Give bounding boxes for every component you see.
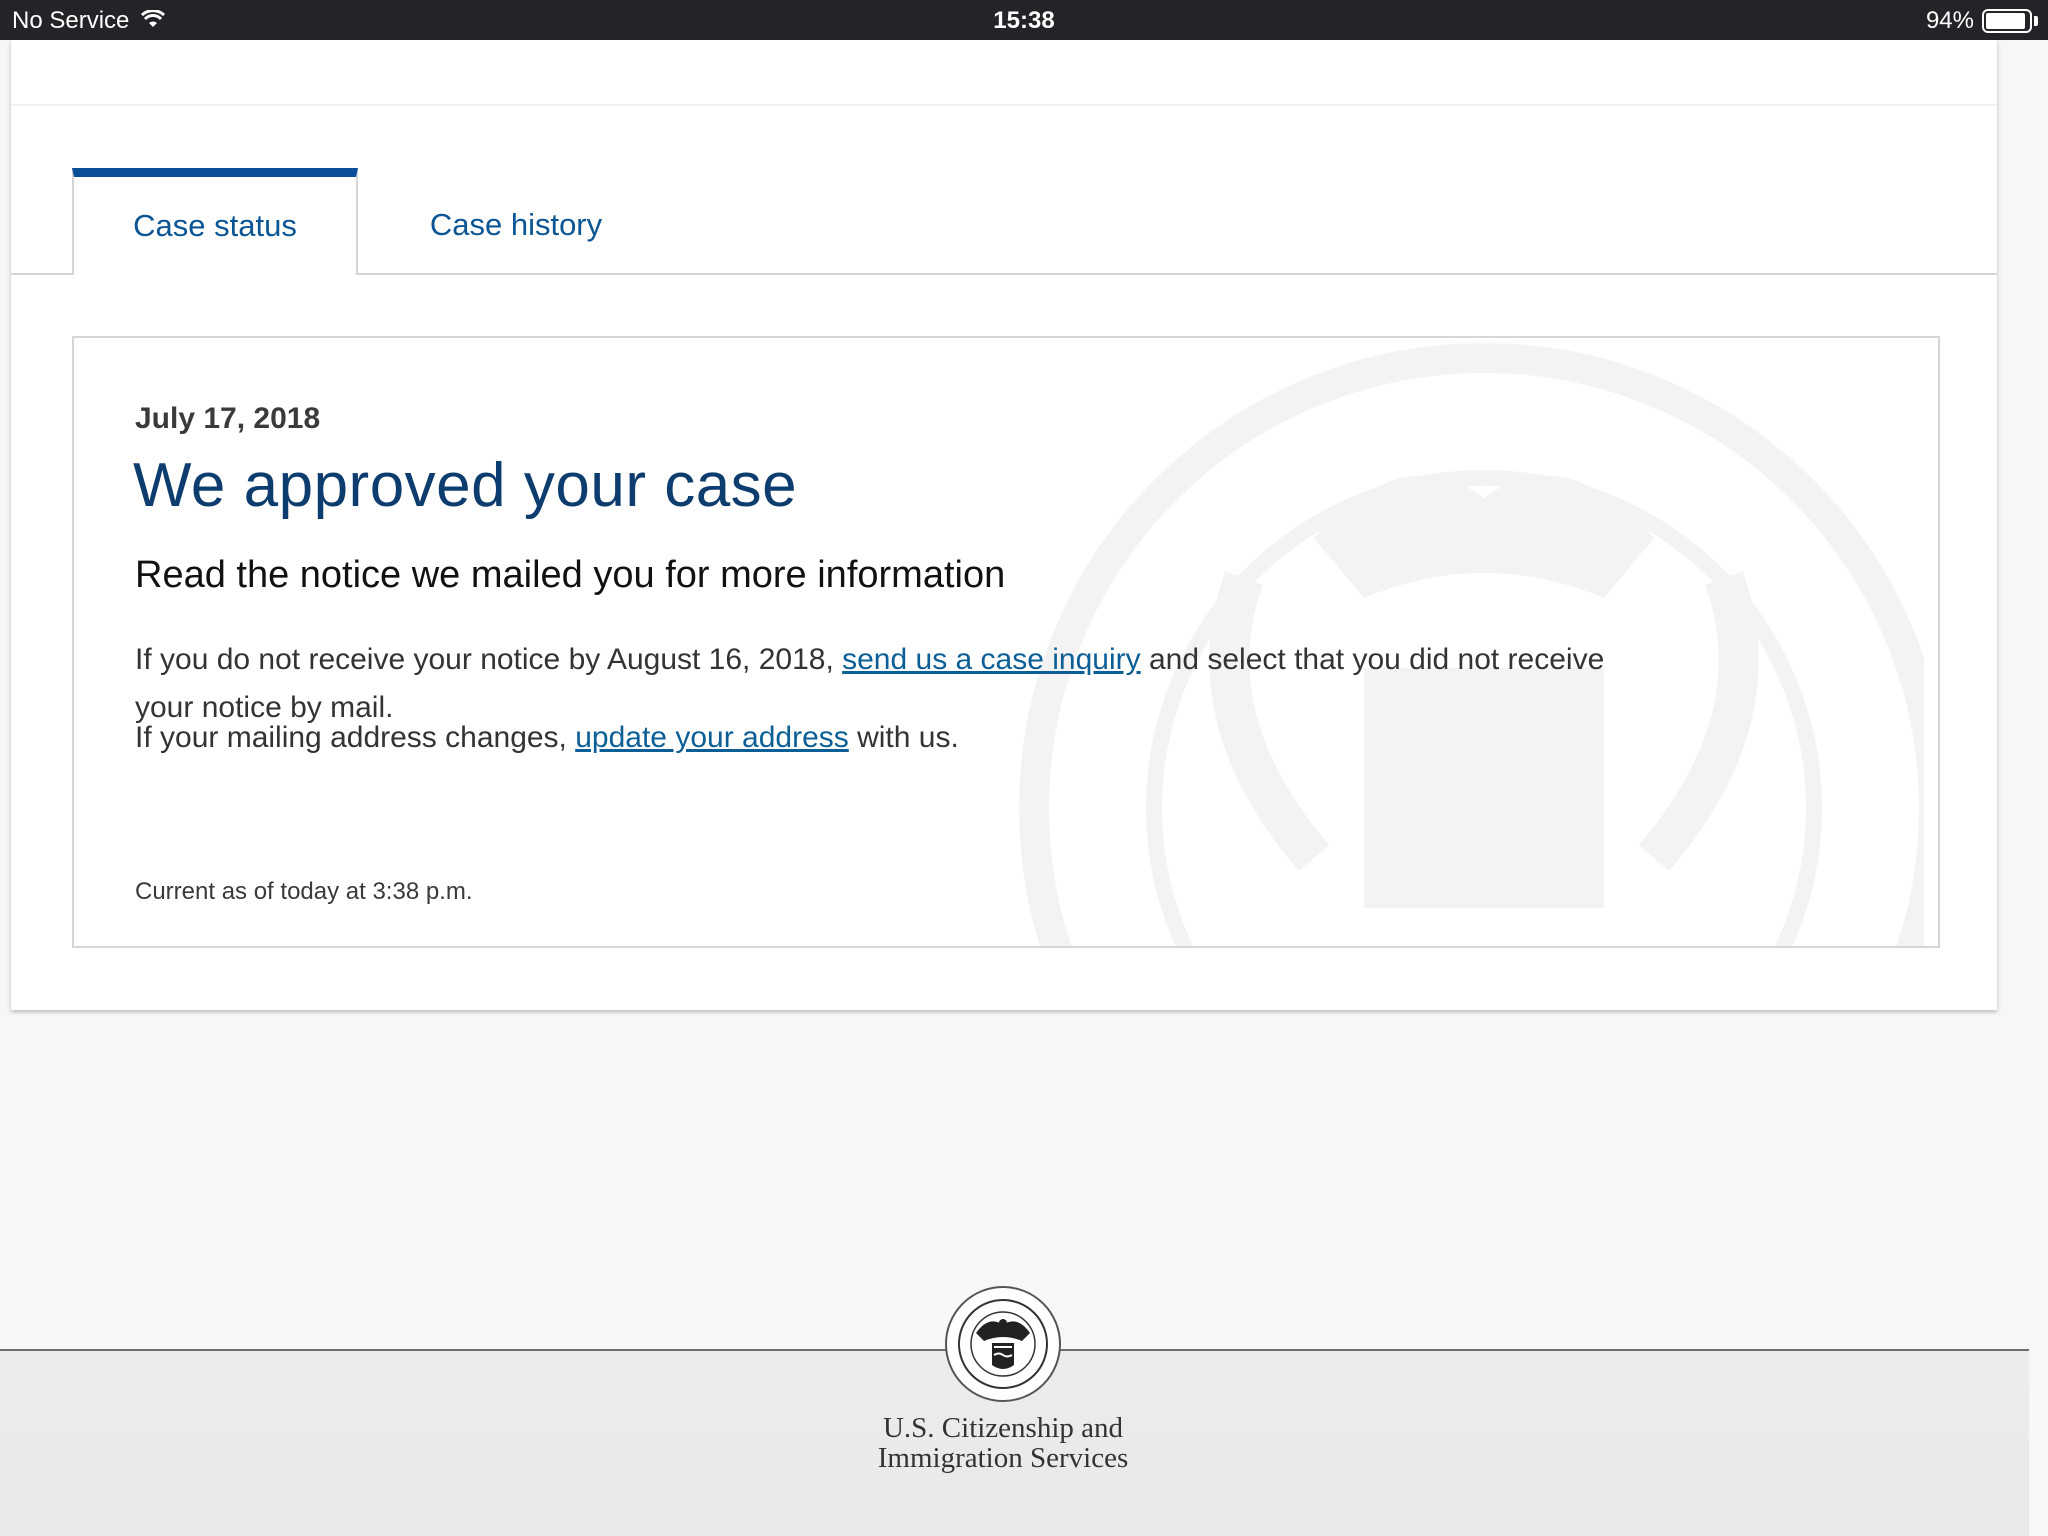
tab-case-history[interactable]: Case history (371, 177, 661, 273)
case-date: July 17, 2018 (135, 402, 321, 435)
page-card: Case status Case history July 17, 2018 W… (11, 40, 1997, 1010)
case-status-panel: July 17, 2018 We approved your case Read… (72, 336, 1940, 948)
case-inquiry-link[interactable]: send us a case inquiry (842, 643, 1141, 676)
agency-name: U.S. Citizenship and Immigration Service… (820, 1413, 1186, 1473)
address-text-after: with us. (848, 721, 959, 754)
case-status-subtitle: Read the notice we mailed you for more i… (135, 554, 1006, 596)
agency-name-line2: Immigration Services (877, 1442, 1129, 1474)
notice-text-before: If you do not receive your notice by Aug… (135, 643, 843, 676)
last-updated-text: Current as of today at 3:38 p.m. (135, 878, 473, 905)
address-text-before: If your mailing address changes, (135, 721, 576, 754)
status-bar: No Service 15:38 94% (0, 0, 2048, 40)
agency-name-line1: U.S. Citizenship and (882, 1412, 1124, 1444)
tab-case-status[interactable]: Case status (72, 168, 358, 275)
update-address-link[interactable]: update your address (575, 721, 849, 754)
case-status-title: We approved your case (133, 451, 798, 520)
battery-icon (1982, 9, 2032, 33)
battery-percent: 94% (1925, 7, 1974, 34)
top-divider (11, 104, 1997, 106)
clock: 15:38 (993, 7, 1055, 34)
battery-fill (1986, 13, 2026, 29)
dhs-seal-icon[interactable] (944, 1285, 1062, 1403)
address-paragraph: If your mailing address changes, update … (135, 714, 1615, 762)
battery-tip (2034, 16, 2038, 26)
status-right: 94% (1926, 7, 2038, 35)
